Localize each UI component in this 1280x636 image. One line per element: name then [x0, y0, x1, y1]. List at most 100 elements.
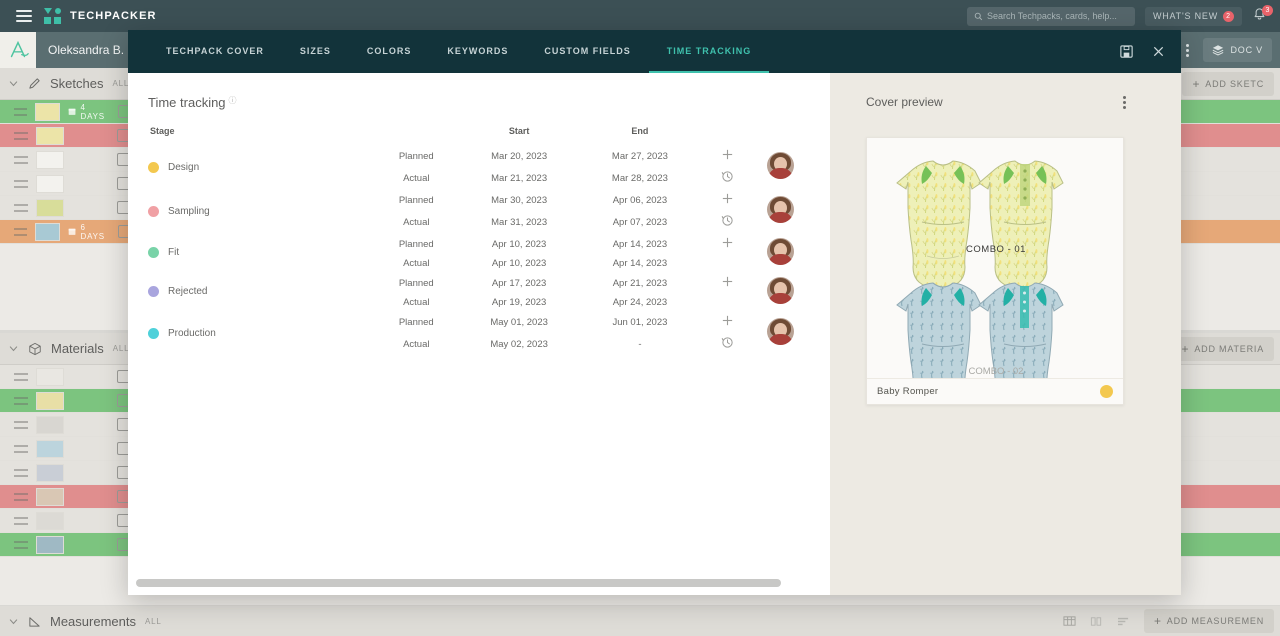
actual-end-date[interactable]: - — [577, 333, 703, 355]
planned-end-date[interactable]: Apr 06, 2023 — [577, 189, 703, 211]
tab-colors[interactable]: COLORS — [349, 30, 430, 73]
assignee-avatar[interactable] — [767, 196, 794, 223]
plus-icon[interactable] — [721, 148, 734, 161]
actual-start-date[interactable]: May 02, 2023 — [461, 333, 577, 355]
clock-history-icon[interactable] — [721, 336, 734, 349]
modal-tab-bar: TECHPACK COVERSIZES COLORS KEYWORDSCUSTOM … — [128, 30, 1181, 73]
save-icon[interactable] — [1119, 44, 1134, 59]
hamburger-icon[interactable] — [16, 10, 32, 22]
chevron-down-icon[interactable] — [8, 343, 19, 354]
tab-techpack-cover[interactable]: TECHPACK COVER — [148, 30, 282, 73]
drag-handle-icon[interactable] — [14, 397, 28, 405]
cover-card-footer: Baby Romper — [867, 378, 1123, 404]
kebab-menu-icon[interactable] — [1123, 96, 1126, 109]
kebab-menu-icon[interactable] — [1186, 44, 1189, 57]
stage-name: Production — [168, 328, 216, 339]
columns-icon[interactable] — [1090, 615, 1103, 628]
planned-start-date[interactable]: Mar 30, 2023 — [461, 189, 577, 211]
drag-handle-icon[interactable] — [14, 541, 28, 549]
add-material-button[interactable]: + ADD MATERIA — [1172, 337, 1274, 361]
table-header-row: Stage Start End — [148, 126, 808, 145]
planned-start-date[interactable]: Apr 17, 2023 — [461, 272, 577, 294]
drag-handle-icon[interactable] — [14, 469, 28, 477]
plus-icon[interactable] — [721, 192, 734, 205]
plus-icon[interactable] — [721, 236, 734, 249]
drag-handle-icon[interactable] — [14, 156, 28, 164]
row-type-actual: Actual — [371, 255, 461, 272]
drag-handle-icon[interactable] — [14, 204, 28, 212]
doc-view-button[interactable]: DOC V — [1203, 38, 1272, 62]
search-input[interactable]: Search Techpacks, cards, help... — [967, 7, 1135, 26]
drag-handle-icon[interactable] — [14, 421, 28, 429]
tab-keywords[interactable]: KEYWORDS — [429, 30, 526, 73]
drag-handle-icon[interactable] — [14, 228, 27, 236]
plus-icon[interactable] — [721, 275, 734, 288]
actual-end-date[interactable]: Apr 07, 2023 — [577, 211, 703, 233]
planned-end-date[interactable]: Jun 01, 2023 — [577, 311, 703, 333]
close-icon[interactable] — [1152, 45, 1165, 58]
add-entry-cell — [703, 189, 753, 211]
avatar-body — [768, 254, 793, 265]
history-cell — [703, 255, 753, 272]
planned-start-date[interactable]: Apr 10, 2023 — [461, 233, 577, 255]
clock-history-icon[interactable] — [721, 214, 734, 227]
plus-icon[interactable] — [721, 314, 734, 327]
avatar-body — [768, 334, 793, 345]
drag-handle-icon[interactable] — [14, 517, 28, 525]
actual-start-date[interactable]: Mar 21, 2023 — [461, 167, 577, 189]
actual-start-date[interactable]: Apr 19, 2023 — [461, 294, 577, 311]
layers-icon — [1212, 44, 1224, 56]
assignee-cell — [753, 145, 808, 189]
item-thumbnail — [36, 199, 64, 217]
assignee-avatar[interactable] — [767, 318, 794, 345]
chevron-down-icon[interactable] — [8, 616, 19, 627]
history-cell — [703, 167, 753, 189]
romper-illustration: COMBO - 01 — [867, 138, 1123, 378]
assignee-avatar[interactable] — [767, 238, 794, 265]
actual-end-date[interactable]: Mar 28, 2023 — [577, 167, 703, 189]
assignee-avatar[interactable] — [767, 277, 794, 304]
planned-end-date[interactable]: Apr 21, 2023 — [577, 272, 703, 294]
column-header-type — [371, 126, 461, 145]
drag-handle-icon[interactable] — [14, 493, 28, 501]
cover-card[interactable]: COMBO - 01 — [866, 137, 1124, 405]
combo-02-back — [979, 283, 1063, 378]
tab-custom-fields[interactable]: CUSTOM FIELDS — [526, 30, 648, 73]
actual-start-date[interactable]: Apr 10, 2023 — [461, 255, 577, 272]
actual-end-date[interactable]: Apr 14, 2023 — [577, 255, 703, 272]
brand-name: TECHPACKER — [70, 10, 157, 22]
planned-end-date[interactable]: Apr 14, 2023 — [577, 233, 703, 255]
tab-sizes[interactable]: SIZES — [282, 30, 349, 73]
add-measurement-button[interactable]: + ADD MEASUREMEN — [1144, 609, 1274, 633]
add-sketch-label: ADD SKETC — [1205, 79, 1264, 89]
add-entry-cell — [703, 233, 753, 255]
horizontal-scrollbar-track[interactable] — [128, 579, 830, 595]
sort-icon[interactable] — [1117, 616, 1130, 627]
drag-handle-icon[interactable] — [14, 108, 27, 116]
drag-handle-icon[interactable] — [14, 445, 28, 453]
planned-end-date[interactable]: Mar 27, 2023 — [577, 145, 703, 167]
tab-time-tracking[interactable]: TIME TRACKING — [649, 30, 770, 73]
whats-new-button[interactable]: WHAT'S NEW 2 — [1145, 7, 1242, 26]
grid-icon[interactable] — [1063, 615, 1076, 628]
chevron-down-icon[interactable] — [8, 78, 19, 89]
actual-start-date[interactable]: Mar 31, 2023 — [461, 211, 577, 233]
notifications-button[interactable]: 3 — [1252, 7, 1270, 25]
clock-history-icon[interactable] — [721, 170, 734, 183]
horizontal-scrollbar-thumb[interactable] — [136, 579, 781, 587]
add-sketch-button[interactable]: + ADD SKETC — [1182, 72, 1274, 96]
tab-label: COLORS — [367, 46, 412, 56]
add-entry-cell — [703, 145, 753, 167]
drag-handle-icon[interactable] — [14, 132, 28, 140]
assignee-cell — [753, 311, 808, 355]
drag-handle-icon[interactable] — [14, 373, 28, 381]
planned-start-date[interactable]: Mar 20, 2023 — [461, 145, 577, 167]
column-header-assignee — [753, 126, 808, 145]
actual-end-date[interactable]: Apr 24, 2023 — [577, 294, 703, 311]
drag-handle-icon[interactable] — [14, 180, 28, 188]
measurements-section-header: Measurements ALL + ADD MEASUREMEN — [0, 606, 1280, 636]
assignee-avatar[interactable] — [767, 152, 794, 179]
add-material-label: ADD MATERIA — [1194, 344, 1264, 354]
info-icon[interactable]: ⓘ — [229, 95, 237, 106]
planned-start-date[interactable]: May 01, 2023 — [461, 311, 577, 333]
